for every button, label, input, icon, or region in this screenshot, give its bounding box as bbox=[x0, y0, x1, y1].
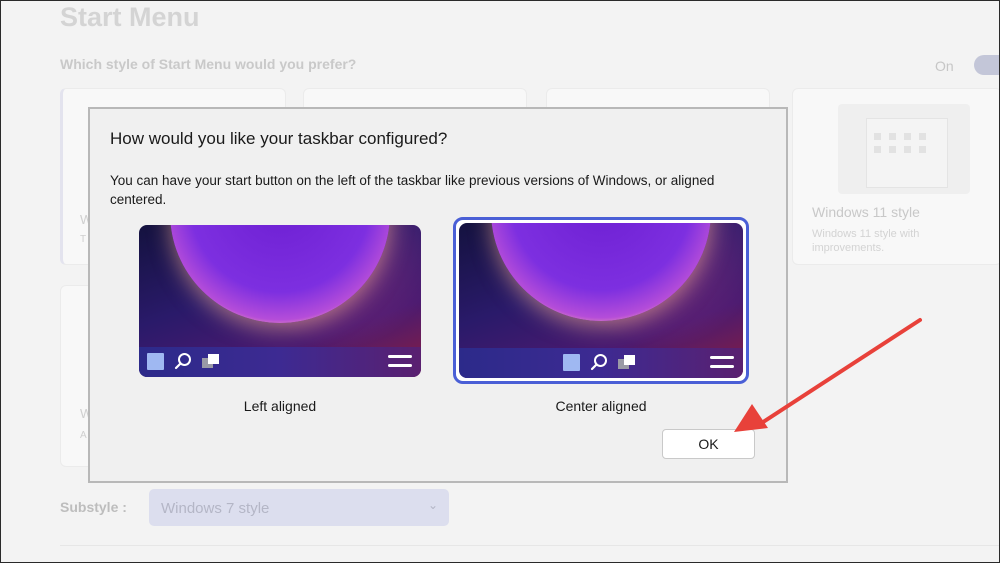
search-icon bbox=[174, 353, 191, 370]
divider bbox=[60, 545, 1000, 546]
taskbar-preview bbox=[139, 347, 421, 377]
chevron-down-icon: ⌄ bbox=[428, 498, 439, 512]
option-label-left: Left aligned bbox=[243, 398, 317, 414]
wallpaper-bloom bbox=[170, 225, 390, 323]
option-label-center: Center aligned bbox=[555, 398, 647, 414]
style-question: Which style of Start Menu would you pref… bbox=[60, 56, 357, 72]
option-left-aligned[interactable] bbox=[139, 225, 421, 377]
left-aligned-preview bbox=[139, 225, 421, 377]
search-icon bbox=[590, 354, 607, 371]
task-view-icon bbox=[202, 354, 220, 370]
task-view-icon bbox=[618, 355, 636, 371]
card-fragment: T bbox=[80, 234, 87, 245]
windows-start-icon bbox=[563, 354, 580, 371]
windows11-card-description: Windows 11 style with improvements. bbox=[812, 228, 920, 254]
thumbnail-grid bbox=[874, 133, 934, 153]
substyle-label: Substyle : bbox=[60, 499, 127, 515]
windows11-card-title: Windows 11 style bbox=[812, 204, 920, 220]
windows-start-icon bbox=[147, 353, 164, 370]
wallpaper-bloom bbox=[491, 223, 711, 321]
windows11-thumbnail-menu bbox=[866, 118, 948, 188]
hamburger-menu-icon bbox=[710, 356, 734, 370]
toggle-switch[interactable] bbox=[974, 55, 1000, 75]
toggle-label: On bbox=[935, 58, 954, 74]
option-center-aligned[interactable] bbox=[453, 217, 749, 384]
taskbar-config-dialog: How would you like your taskbar configur… bbox=[88, 107, 788, 483]
taskbar-preview bbox=[459, 348, 743, 378]
center-aligned-preview bbox=[459, 223, 743, 378]
substyle-select-value: Windows 7 style bbox=[161, 500, 270, 517]
dialog-description: You can have your start button on the le… bbox=[110, 173, 715, 207]
hamburger-menu-icon bbox=[388, 355, 412, 369]
card-fragment: A bbox=[80, 430, 87, 441]
dialog-title: How would you like your taskbar configur… bbox=[110, 129, 448, 148]
ok-button[interactable]: OK bbox=[662, 429, 755, 459]
page-title: Start Menu bbox=[60, 2, 200, 32]
